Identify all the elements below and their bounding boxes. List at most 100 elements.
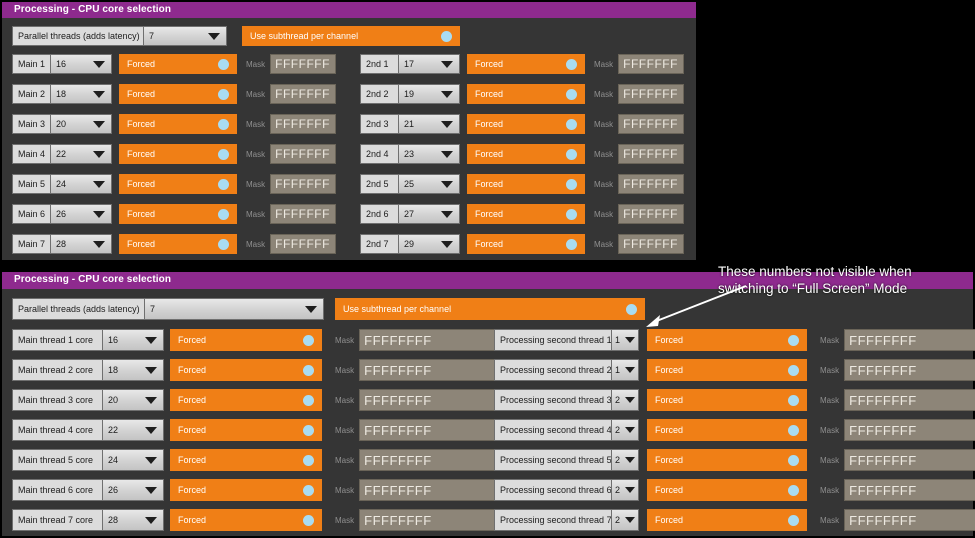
top-second-core-combo-5[interactable]: 25 bbox=[398, 174, 460, 194]
led-on-icon bbox=[218, 238, 229, 250]
top-second-forced-toggle-3[interactable]: Forced bbox=[467, 114, 585, 134]
bottom-main-forced-toggle-4[interactable]: Forced bbox=[170, 419, 322, 441]
bottom-second-core-combo-5[interactable]: 2 bbox=[611, 449, 639, 471]
top-second-forced-toggle-7[interactable]: Forced bbox=[467, 234, 585, 254]
bottom-second-forced-toggle-2[interactable]: Forced bbox=[647, 359, 807, 381]
top-second-mask-field-7[interactable]: FFFFFFF bbox=[618, 234, 685, 254]
bottom-second-forced-toggle-5[interactable]: Forced bbox=[647, 449, 807, 471]
bottom-second-core-combo-6[interactable]: 2 bbox=[611, 479, 639, 501]
top-main-mask-field-6[interactable]: FFFFFFF bbox=[270, 204, 337, 224]
bottom-second-core-combo-4[interactable]: 2 bbox=[611, 419, 639, 441]
bottom-second-forced-toggle-1[interactable]: Forced bbox=[647, 329, 807, 351]
top-main-core-combo-2[interactable]: 18 bbox=[50, 84, 112, 104]
top-second-forced-toggle-1[interactable]: Forced bbox=[467, 54, 585, 74]
bottom-second-mask-field-5[interactable]: FFFFFFFF bbox=[844, 449, 975, 471]
bottom-main-core-combo-2[interactable]: 18 bbox=[102, 359, 164, 381]
top-second-core-combo-7[interactable]: 29 bbox=[398, 234, 460, 254]
bottom-main-core-combo-7[interactable]: 28 bbox=[102, 509, 164, 531]
top-main-core-combo-4[interactable]: 22 bbox=[50, 144, 112, 164]
bottom-second-forced-toggle-7[interactable]: Forced bbox=[647, 509, 807, 531]
top-main-forced-toggle-2[interactable]: Forced bbox=[119, 84, 237, 104]
top-main-core-combo-7[interactable]: 28 bbox=[50, 234, 112, 254]
top-use-subthread-label: Use subthread per channel bbox=[250, 31, 359, 41]
top-second-forced-toggle-5[interactable]: Forced bbox=[467, 174, 585, 194]
bottom-main-forced-toggle-6[interactable]: Forced bbox=[170, 479, 322, 501]
top-main-forced-toggle-1[interactable]: Forced bbox=[119, 54, 237, 74]
bottom-main-label-1: Main thread 1 core bbox=[12, 329, 102, 351]
top-second-mask-field-6[interactable]: FFFFFFF bbox=[618, 204, 685, 224]
bottom-main-mask-field-2[interactable]: FFFFFFFF bbox=[359, 359, 502, 381]
bottom-main-forced-toggle-5[interactable]: Forced bbox=[170, 449, 322, 471]
bottom-main-mask-field-7[interactable]: FFFFFFFF bbox=[359, 509, 502, 531]
top-main-mask-group-5: Mask FFFFFFF bbox=[246, 174, 337, 194]
bottom-use-subthread-toggle[interactable]: Use subthread per channel bbox=[335, 298, 645, 320]
top-second-forced-toggle-6[interactable]: Forced bbox=[467, 204, 585, 224]
top-second-forced-label-4: Forced bbox=[475, 149, 504, 159]
bottom-second-core-combo-7[interactable]: 2 bbox=[611, 509, 639, 531]
bottom-main-forced-toggle-1[interactable]: Forced bbox=[170, 329, 322, 351]
top-second-core-combo-3[interactable]: 21 bbox=[398, 114, 460, 134]
bottom-second-mask-field-4[interactable]: FFFFFFFF bbox=[844, 419, 975, 441]
bottom-main-mask-field-6[interactable]: FFFFFFFF bbox=[359, 479, 502, 501]
top-second-mask-field-1[interactable]: FFFFFFF bbox=[618, 54, 685, 74]
top-main-forced-toggle-4[interactable]: Forced bbox=[119, 144, 237, 164]
bottom-parallel-threads-combo[interactable]: 7 bbox=[144, 298, 324, 320]
top-main-mask-field-2[interactable]: FFFFFFF bbox=[270, 84, 337, 104]
top-second-core-combo-4[interactable]: 23 bbox=[398, 144, 460, 164]
top-second-forced-toggle-4[interactable]: Forced bbox=[467, 144, 585, 164]
bottom-main-mask-field-3[interactable]: FFFFFFFF bbox=[359, 389, 502, 411]
bottom-main-core-combo-1[interactable]: 16 bbox=[102, 329, 164, 351]
top-main-core-value-3: 20 bbox=[56, 119, 67, 129]
bottom-second-core-combo-3[interactable]: 2 bbox=[611, 389, 639, 411]
top-main-core-combo-3[interactable]: 20 bbox=[50, 114, 112, 134]
top-main-mask-field-7[interactable]: FFFFFFF bbox=[270, 234, 337, 254]
bottom-main-core-combo-5[interactable]: 24 bbox=[102, 449, 164, 471]
top-second-mask-field-4[interactable]: FFFFFFF bbox=[618, 144, 685, 164]
bottom-main-mask-field-5[interactable]: FFFFFFFF bbox=[359, 449, 502, 471]
top-main-core-combo-6[interactable]: 26 bbox=[50, 204, 112, 224]
top-main-mask-field-3[interactable]: FFFFFFF bbox=[270, 114, 337, 134]
top-second-core-value-3: 21 bbox=[404, 119, 415, 129]
top-main-mask-group-4: Mask FFFFFFF bbox=[246, 144, 337, 164]
top-main-mask-field-4[interactable]: FFFFFFF bbox=[270, 144, 337, 164]
bottom-second-core-combo-1[interactable]: 1 bbox=[611, 329, 639, 351]
top-main-forced-toggle-3[interactable]: Forced bbox=[119, 114, 237, 134]
bottom-second-mask-field-6[interactable]: FFFFFFFF bbox=[844, 479, 975, 501]
bottom-second-forced-toggle-3[interactable]: Forced bbox=[647, 389, 807, 411]
mask-label: Mask bbox=[246, 239, 266, 249]
top-main-mask-field-5[interactable]: FFFFFFF bbox=[270, 174, 337, 194]
top-second-core-combo-1[interactable]: 17 bbox=[398, 54, 460, 74]
bottom-second-core-combo-2[interactable]: 1 bbox=[611, 359, 639, 381]
top-second-mask-field-5[interactable]: FFFFFFF bbox=[618, 174, 685, 194]
top-parallel-threads-combo[interactable]: 7 bbox=[143, 26, 227, 46]
bottom-second-mask-field-2[interactable]: FFFFFFFF bbox=[844, 359, 975, 381]
top-main-mask-group-3: Mask FFFFFFF bbox=[246, 114, 337, 134]
top-main-forced-toggle-6[interactable]: Forced bbox=[119, 204, 237, 224]
top-second-mask-field-3[interactable]: FFFFFFF bbox=[618, 114, 685, 134]
top-main-forced-toggle-5[interactable]: Forced bbox=[119, 174, 237, 194]
bottom-second-forced-toggle-6[interactable]: Forced bbox=[647, 479, 807, 501]
top-use-subthread-toggle[interactable]: Use subthread per channel bbox=[242, 26, 460, 46]
top-main-core-combo-5[interactable]: 24 bbox=[50, 174, 112, 194]
bottom-main-core-combo-3[interactable]: 20 bbox=[102, 389, 164, 411]
bottom-second-mask-field-7[interactable]: FFFFFFFF bbox=[844, 509, 975, 531]
bottom-second-forced-toggle-4[interactable]: Forced bbox=[647, 419, 807, 441]
top-main-mask-field-1[interactable]: FFFFFFF bbox=[270, 54, 337, 74]
top-second-forced-toggle-2[interactable]: Forced bbox=[467, 84, 585, 104]
top-main-forced-toggle-7[interactable]: Forced bbox=[119, 234, 237, 254]
bottom-main-core-combo-6[interactable]: 26 bbox=[102, 479, 164, 501]
bottom-second-mask-field-1[interactable]: FFFFFFFF bbox=[844, 329, 975, 351]
bottom-main-mask-field-1[interactable]: FFFFFFFF bbox=[359, 329, 502, 351]
bottom-main-forced-toggle-2[interactable]: Forced bbox=[170, 359, 322, 381]
bottom-main-mask-field-4[interactable]: FFFFFFFF bbox=[359, 419, 502, 441]
top-main-core-combo-1[interactable]: 16 bbox=[50, 54, 112, 74]
bottom-second-mask-field-3[interactable]: FFFFFFFF bbox=[844, 389, 975, 411]
bottom-main-forced-toggle-7[interactable]: Forced bbox=[170, 509, 322, 531]
bottom-main-core-combo-4[interactable]: 22 bbox=[102, 419, 164, 441]
bottom-main-forced-toggle-3[interactable]: Forced bbox=[170, 389, 322, 411]
top-second-mask-field-2[interactable]: FFFFFFF bbox=[618, 84, 685, 104]
top-second-core-combo-2[interactable]: 19 bbox=[398, 84, 460, 104]
chevron-down-icon bbox=[145, 486, 157, 494]
bottom-main-label-3: Main thread 3 core bbox=[12, 389, 102, 411]
top-second-core-combo-6[interactable]: 27 bbox=[398, 204, 460, 224]
